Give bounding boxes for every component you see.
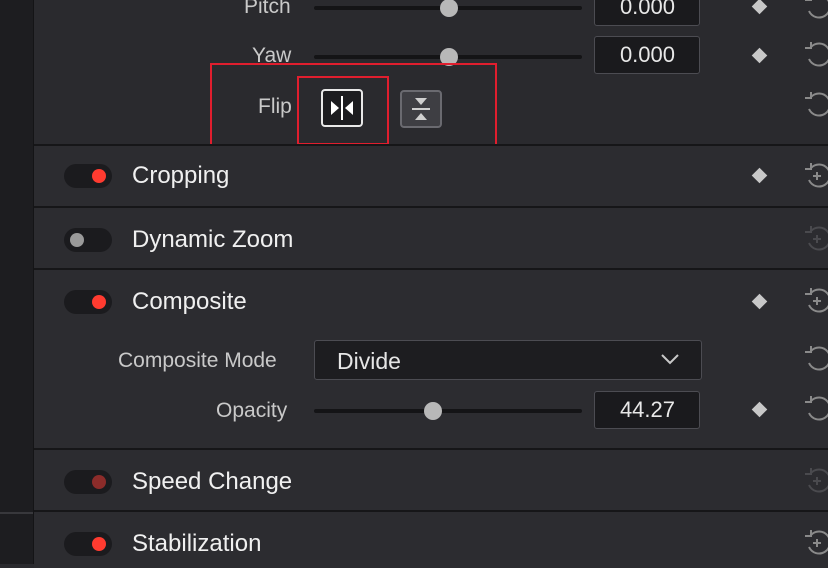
composite-mode-reset-icon[interactable] [802,344,828,374]
pitch-reset-icon[interactable] [802,0,828,22]
flip-horizontal-highlight-box [297,76,389,145]
yaw-value-field[interactable]: 0.000 [594,36,700,74]
stabilization-toggle[interactable] [64,532,112,556]
flip-reset-icon[interactable] [802,90,828,120]
composite-mode-dropdown[interactable]: Divide [314,340,702,380]
speed-change-reset-icon [802,466,828,496]
opacity-reset-icon[interactable] [802,394,828,424]
toggle-indicator [92,475,106,489]
composite-keyframe-icon[interactable] [751,293,768,310]
composite-mode-value: Divide [337,348,401,374]
stabilization-reset-icon[interactable] [802,528,828,558]
opacity-label: Opacity [216,399,288,422]
composite-toggle[interactable] [64,290,112,314]
speed-change-title: Speed Change [132,468,293,495]
toggle-indicator [92,169,106,183]
toggle-indicator [92,295,106,309]
dynamic-zoom-toggle[interactable] [64,228,112,252]
panel-divider [0,512,33,514]
chevron-down-icon [659,351,681,372]
dynamic-zoom-reset-icon [802,224,828,254]
cropping-keyframe-icon[interactable] [751,167,768,184]
cropping-reset-icon[interactable] [802,161,828,191]
stabilization-title: Stabilization [132,530,262,557]
toggle-indicator [70,233,84,247]
composite-reset-icon[interactable] [802,286,828,316]
opacity-slider-knob[interactable] [424,402,442,420]
yaw-reset-icon[interactable] [802,40,828,70]
section-dynamic-zoom[interactable]: Dynamic Zoom [34,206,828,268]
composite-mode-label: Composite Mode [118,349,277,372]
cropping-toggle[interactable] [64,164,112,188]
yaw-slider[interactable] [314,48,582,66]
cropping-title: Cropping [132,162,230,189]
pitch-label: Pitch [244,0,291,18]
dynamic-zoom-title: Dynamic Zoom [132,226,294,253]
opacity-value-field[interactable]: 44.27 [594,391,700,429]
pitch-slider[interactable] [314,0,582,17]
section-cropping[interactable]: Cropping [34,144,828,206]
section-stabilization[interactable]: Stabilization [34,510,828,568]
opacity-slider[interactable] [314,402,582,420]
left-panel-edge [0,0,34,564]
pitch-value-field[interactable]: 0.000 [594,0,700,26]
toggle-indicator [92,537,106,551]
composite-title: Composite [132,288,247,315]
speed-change-toggle[interactable] [64,470,112,494]
section-speed-change[interactable]: Speed Change [34,448,828,510]
